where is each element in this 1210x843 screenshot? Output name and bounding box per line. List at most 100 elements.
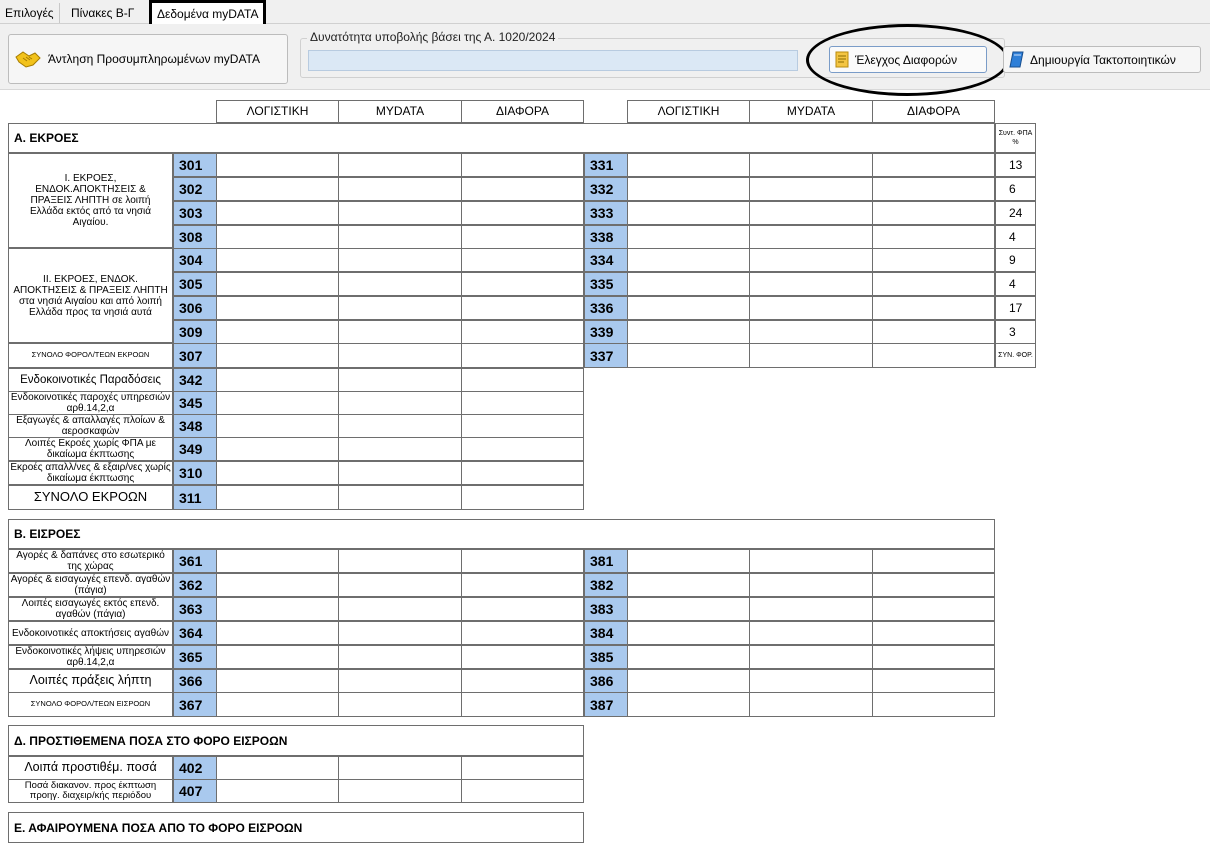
mydata-field[interactable] xyxy=(338,391,462,415)
accounting-field[interactable] xyxy=(627,201,750,225)
difference-field[interactable] xyxy=(461,391,584,415)
difference-field[interactable] xyxy=(461,414,584,438)
fetch-mydata-button[interactable]: Άντληση Προσυμπληρωμένων myDATA xyxy=(8,34,288,84)
accounting-field[interactable] xyxy=(216,549,339,573)
accounting-field[interactable] xyxy=(216,201,339,225)
difference-field[interactable] xyxy=(872,645,995,669)
mydata-field[interactable] xyxy=(338,692,462,717)
accounting-field[interactable] xyxy=(216,692,339,717)
accounting-field[interactable] xyxy=(216,296,339,320)
mydata-field[interactable] xyxy=(338,645,462,669)
difference-field[interactable] xyxy=(872,343,995,368)
mydata-field[interactable] xyxy=(749,645,873,669)
mydata-field[interactable] xyxy=(749,296,873,320)
accounting-field[interactable] xyxy=(627,597,750,621)
mydata-field[interactable] xyxy=(338,201,462,225)
tab-options[interactable]: Επιλογές xyxy=(0,3,60,23)
mydata-field[interactable] xyxy=(749,225,873,249)
difference-field[interactable] xyxy=(461,485,584,510)
difference-field[interactable] xyxy=(461,177,584,201)
create-adjustments-button[interactable]: Δημιουργία Τακτοποιητικών xyxy=(1003,46,1201,73)
mydata-field[interactable] xyxy=(338,549,462,573)
accounting-field[interactable] xyxy=(216,597,339,621)
accounting-field[interactable] xyxy=(627,549,750,573)
accounting-field[interactable] xyxy=(216,343,339,368)
difference-field[interactable] xyxy=(461,779,584,803)
mydata-field[interactable] xyxy=(338,756,462,780)
difference-field[interactable] xyxy=(872,621,995,645)
mydata-field[interactable] xyxy=(338,343,462,368)
accounting-field[interactable] xyxy=(627,692,750,717)
accounting-field[interactable] xyxy=(627,248,750,272)
accounting-field[interactable] xyxy=(627,225,750,249)
accounting-field[interactable] xyxy=(216,414,339,438)
difference-field[interactable] xyxy=(872,225,995,249)
mydata-field[interactable] xyxy=(338,272,462,296)
difference-field[interactable] xyxy=(461,597,584,621)
tab-mydata[interactable]: Δεδομένα myDATA xyxy=(149,0,267,24)
mydata-field[interactable] xyxy=(749,692,873,717)
accounting-field[interactable] xyxy=(216,248,339,272)
difference-field[interactable] xyxy=(461,368,584,392)
difference-field[interactable] xyxy=(461,343,584,368)
mydata-field[interactable] xyxy=(338,621,462,645)
accounting-field[interactable] xyxy=(627,153,750,177)
difference-field[interactable] xyxy=(461,296,584,320)
difference-field[interactable] xyxy=(872,320,995,344)
accounting-field[interactable] xyxy=(216,368,339,392)
mydata-field[interactable] xyxy=(338,485,462,510)
accounting-field[interactable] xyxy=(216,272,339,296)
difference-field[interactable] xyxy=(461,645,584,669)
mydata-field[interactable] xyxy=(338,573,462,597)
accounting-field[interactable] xyxy=(627,343,750,368)
mydata-field[interactable] xyxy=(338,437,462,461)
accounting-field[interactable] xyxy=(216,225,339,249)
mydata-field[interactable] xyxy=(338,597,462,621)
mydata-field[interactable] xyxy=(338,153,462,177)
difference-field[interactable] xyxy=(872,296,995,320)
difference-field[interactable] xyxy=(872,692,995,717)
mydata-field[interactable] xyxy=(338,414,462,438)
accounting-field[interactable] xyxy=(216,645,339,669)
mydata-field[interactable] xyxy=(338,368,462,392)
tab-tables-b-c[interactable]: Πίνακες Β-Γ xyxy=(66,3,139,23)
accounting-field[interactable] xyxy=(216,756,339,780)
mydata-field[interactable] xyxy=(338,461,462,485)
accounting-field[interactable] xyxy=(627,272,750,296)
accounting-field[interactable] xyxy=(216,669,339,693)
accounting-field[interactable] xyxy=(216,153,339,177)
difference-field[interactable] xyxy=(461,201,584,225)
difference-field[interactable] xyxy=(872,272,995,296)
accounting-field[interactable] xyxy=(216,485,339,510)
accounting-field[interactable] xyxy=(627,177,750,201)
difference-field[interactable] xyxy=(461,225,584,249)
difference-field[interactable] xyxy=(872,201,995,225)
accounting-field[interactable] xyxy=(627,573,750,597)
difference-field[interactable] xyxy=(461,461,584,485)
difference-field[interactable] xyxy=(872,248,995,272)
mydata-field[interactable] xyxy=(338,225,462,249)
mydata-field[interactable] xyxy=(749,248,873,272)
mydata-field[interactable] xyxy=(749,320,873,344)
difference-field[interactable] xyxy=(872,573,995,597)
mydata-field[interactable] xyxy=(338,669,462,693)
mydata-field[interactable] xyxy=(749,597,873,621)
mydata-field[interactable] xyxy=(749,177,873,201)
mydata-field[interactable] xyxy=(338,320,462,344)
mydata-field[interactable] xyxy=(749,621,873,645)
accounting-field[interactable] xyxy=(216,177,339,201)
mydata-field[interactable] xyxy=(749,343,873,368)
mydata-field[interactable] xyxy=(749,573,873,597)
difference-field[interactable] xyxy=(461,692,584,717)
difference-field[interactable] xyxy=(461,756,584,780)
difference-field[interactable] xyxy=(461,621,584,645)
difference-field[interactable] xyxy=(461,549,584,573)
mydata-field[interactable] xyxy=(338,779,462,803)
difference-field[interactable] xyxy=(461,272,584,296)
difference-field[interactable] xyxy=(461,437,584,461)
difference-field[interactable] xyxy=(872,597,995,621)
accounting-field[interactable] xyxy=(627,669,750,693)
difference-field[interactable] xyxy=(872,669,995,693)
mydata-field[interactable] xyxy=(749,272,873,296)
accounting-field[interactable] xyxy=(216,461,339,485)
